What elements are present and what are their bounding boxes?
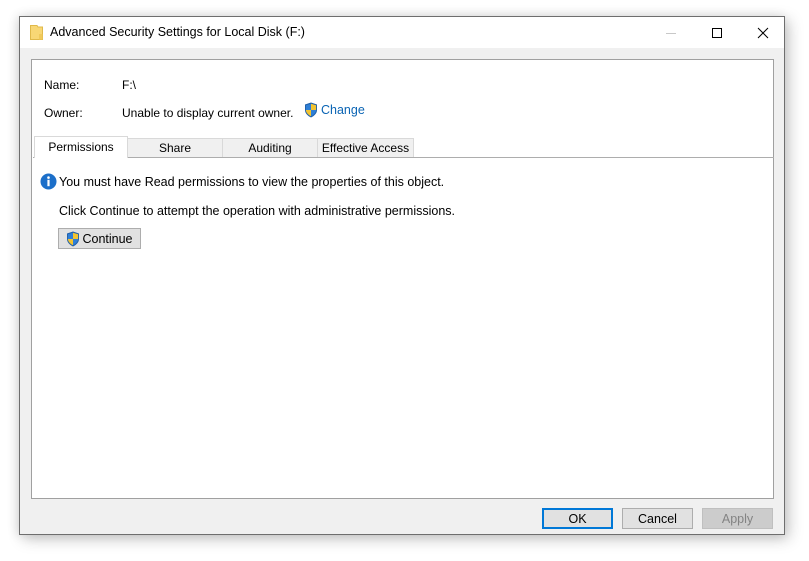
minimize-button[interactable] [648,17,694,48]
uac-shield-icon [67,231,80,246]
tab-auditing[interactable]: Auditing [222,138,318,157]
owner-value: Unable to display current owner. [122,106,294,120]
change-owner-link[interactable]: Change [304,102,365,118]
title-bar[interactable]: Advanced Security Settings for Local Dis… [20,17,784,48]
continue-button-label: Continue [82,231,133,246]
apply-button[interactable]: Apply [702,508,773,529]
maximize-icon [712,27,722,38]
settings-panel: Name: F:\ Owner: Unable to display curre… [31,59,774,499]
close-icon [757,27,769,38]
info-message-text: You must have Read permissions to view t… [59,174,445,189]
info-icon [40,173,57,190]
window-title: Advanced Security Settings for Local Dis… [50,25,305,39]
cancel-button[interactable]: Cancel [622,508,693,529]
ok-button[interactable]: OK [542,508,613,529]
tab-strip: Permissions Share Auditing Effective Acc… [33,136,774,158]
tab-effective-access[interactable]: Effective Access [317,138,414,157]
name-label: Name: [44,78,80,92]
minimize-icon [666,32,676,34]
info-message: You must have Read permissions to view t… [40,173,444,190]
uac-shield-icon [305,102,317,118]
folder-icon [30,25,43,40]
close-button[interactable] [740,17,786,48]
change-link-label: Change [321,103,365,117]
advanced-security-settings-dialog: Advanced Security Settings for Local Dis… [19,16,785,535]
instruction-text: Click Continue to attempt the operation … [59,204,456,218]
owner-label: Owner: [44,106,83,120]
continue-button[interactable]: Continue [58,228,141,249]
name-value: F:\ [122,78,136,92]
maximize-button[interactable] [694,17,740,48]
tab-share[interactable]: Share [127,138,223,157]
tab-permissions[interactable]: Permissions [34,136,128,158]
